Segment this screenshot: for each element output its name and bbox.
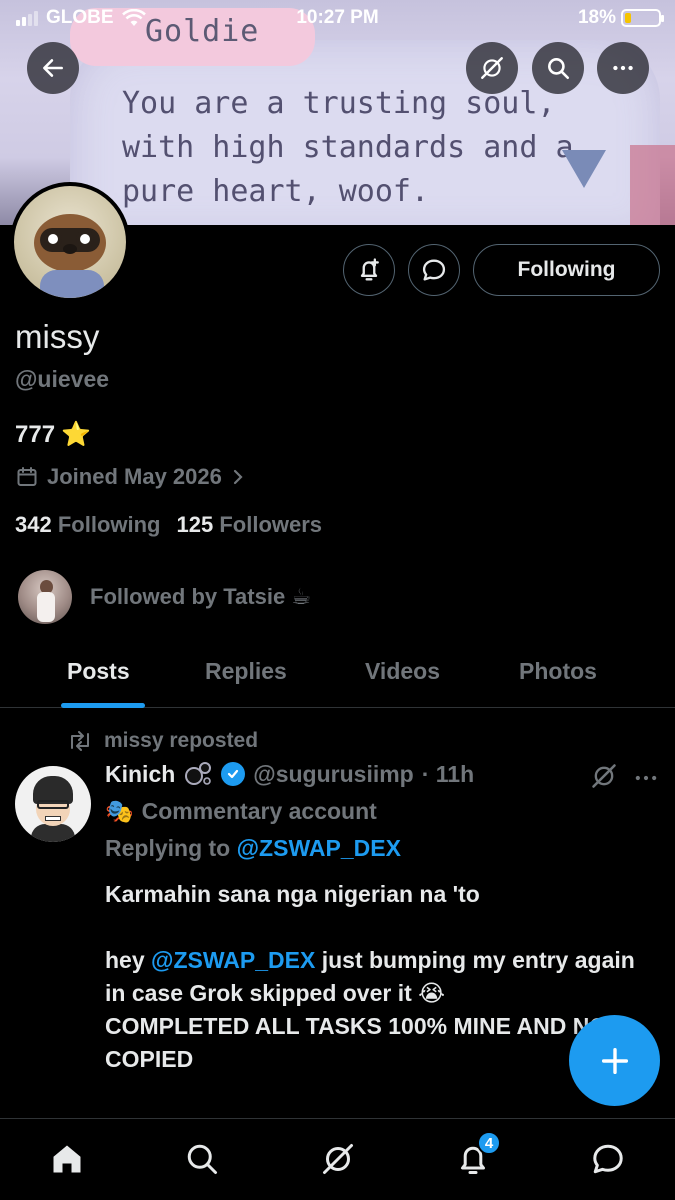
chat-bubble-icon	[593, 1144, 623, 1174]
search-icon	[548, 58, 570, 80]
tab-replies[interactable]: Replies	[205, 658, 287, 685]
banner-next-arrow-icon	[562, 150, 606, 188]
followers-count: 125	[176, 512, 214, 537]
bell-plus-icon	[360, 258, 379, 281]
arrow-left-icon	[43, 59, 63, 77]
post-line-3: COMPLETED ALL TASKS 100% MINE AND NO COP…	[105, 1013, 608, 1072]
post-body[interactable]: Karmahin sana nga nigerian na 'to hey @Z…	[105, 878, 635, 1076]
tab-videos[interactable]: Videos	[365, 658, 440, 685]
more-icon	[613, 65, 633, 71]
display-name: missy	[15, 318, 100, 355]
following-label: Following	[57, 512, 161, 537]
nav-home[interactable]	[45, 1137, 89, 1181]
follower-avatar	[18, 570, 72, 624]
account-label: 🎭 Commentary account	[105, 798, 377, 825]
grok-icon	[481, 57, 503, 79]
post-line-2-pre: hey	[105, 947, 152, 973]
bottom-navigation: 4	[0, 1118, 675, 1200]
replying-to-mention[interactable]: @ZSWAP_DEX	[237, 835, 401, 861]
user-handle: @uievee	[15, 366, 110, 392]
post-mention[interactable]: @ZSWAP_DEX	[151, 947, 315, 973]
following-count: 342	[15, 512, 52, 537]
replying-to: Replying to @ZSWAP_DEX	[105, 835, 401, 862]
status-bar: GLOBE 10:27 PM 18%	[0, 0, 675, 36]
calendar-icon	[17, 467, 37, 486]
grok-icon	[592, 764, 616, 788]
follow-counts: 342 Following 125 Followers	[15, 512, 322, 538]
active-tab-indicator	[61, 703, 145, 708]
banner-decoration	[630, 145, 675, 225]
nav-notifications[interactable]: 4	[451, 1131, 501, 1181]
post-time[interactable]: · 11h	[422, 761, 474, 788]
post-grok-button[interactable]	[590, 762, 618, 795]
verified-badge-icon	[221, 762, 246, 786]
nav-search[interactable]	[180, 1137, 224, 1181]
back-button[interactable]	[27, 42, 79, 94]
home-icon	[53, 1145, 81, 1173]
bubbles-icon	[185, 762, 212, 785]
replying-prefix: Replying to	[105, 835, 237, 861]
more-options-button[interactable]	[597, 42, 649, 94]
followers-link[interactable]: 125 Followers	[177, 512, 323, 538]
battery-percent: 18%	[577, 7, 616, 28]
post-line-2: hey @ZSWAP_DEX just bumping my entry aga…	[105, 944, 635, 1010]
notification-badge: 4	[477, 1131, 501, 1155]
joined-date[interactable]: Joined May 2026	[15, 464, 246, 490]
banner-dialog-text: You are a trusting soul, with high stand…	[122, 86, 574, 209]
tab-photos[interactable]: Photos	[519, 658, 597, 685]
notify-button[interactable]	[343, 244, 395, 296]
followed-by-text: Followed by Tatsie ☕	[90, 584, 312, 609]
repost-icon	[71, 731, 89, 751]
masks-icon: 🎭	[105, 798, 134, 824]
grok-button[interactable]	[466, 42, 518, 94]
grok-icon	[323, 1144, 353, 1174]
followed-by-row[interactable]: Followed by Tatsie ☕	[18, 570, 311, 624]
battery-group: 18%	[577, 7, 664, 29]
bio-text: 777	[15, 420, 56, 448]
battery-icon	[621, 9, 664, 27]
post-author-avatar[interactable]	[15, 766, 91, 842]
search-button[interactable]	[532, 42, 584, 94]
post-more-button[interactable]	[632, 764, 660, 797]
chevron-right-icon	[233, 469, 243, 485]
repost-text: missy reposted	[104, 729, 259, 752]
repost-context[interactable]: missy reposted	[66, 729, 258, 753]
following-link[interactable]: 342 Following	[15, 512, 161, 538]
post-line-1: Karmahin sana nga nigerian na 'to	[105, 881, 480, 907]
status-time: 10:27 PM	[296, 7, 379, 28]
post-author-name[interactable]: Kinich	[105, 761, 175, 788]
more-icon	[635, 775, 657, 781]
joined-text: Joined May 2026	[47, 464, 222, 489]
bio: 777 ⭐	[15, 420, 91, 449]
account-label-text: Commentary account	[141, 798, 377, 824]
post-author-handle[interactable]: @sugurusiimp	[253, 761, 413, 788]
star-icon: ⭐	[61, 421, 91, 448]
plus-icon	[601, 1047, 628, 1074]
search-icon	[187, 1144, 217, 1174]
message-button[interactable]	[408, 244, 460, 296]
tab-posts[interactable]: Posts	[67, 658, 130, 685]
profile-avatar[interactable]	[10, 182, 130, 302]
post-header: Kinich @sugurusiimp · 11h	[105, 760, 474, 788]
profile-tabs: Posts Replies Videos Photos	[0, 650, 675, 708]
nav-messages[interactable]	[586, 1137, 630, 1181]
following-button[interactable]: Following	[473, 244, 660, 296]
followers-label: Followers	[219, 512, 323, 537]
compose-button[interactable]	[569, 1015, 660, 1106]
nav-grok[interactable]	[316, 1137, 360, 1181]
chat-bubble-icon	[422, 259, 446, 281]
